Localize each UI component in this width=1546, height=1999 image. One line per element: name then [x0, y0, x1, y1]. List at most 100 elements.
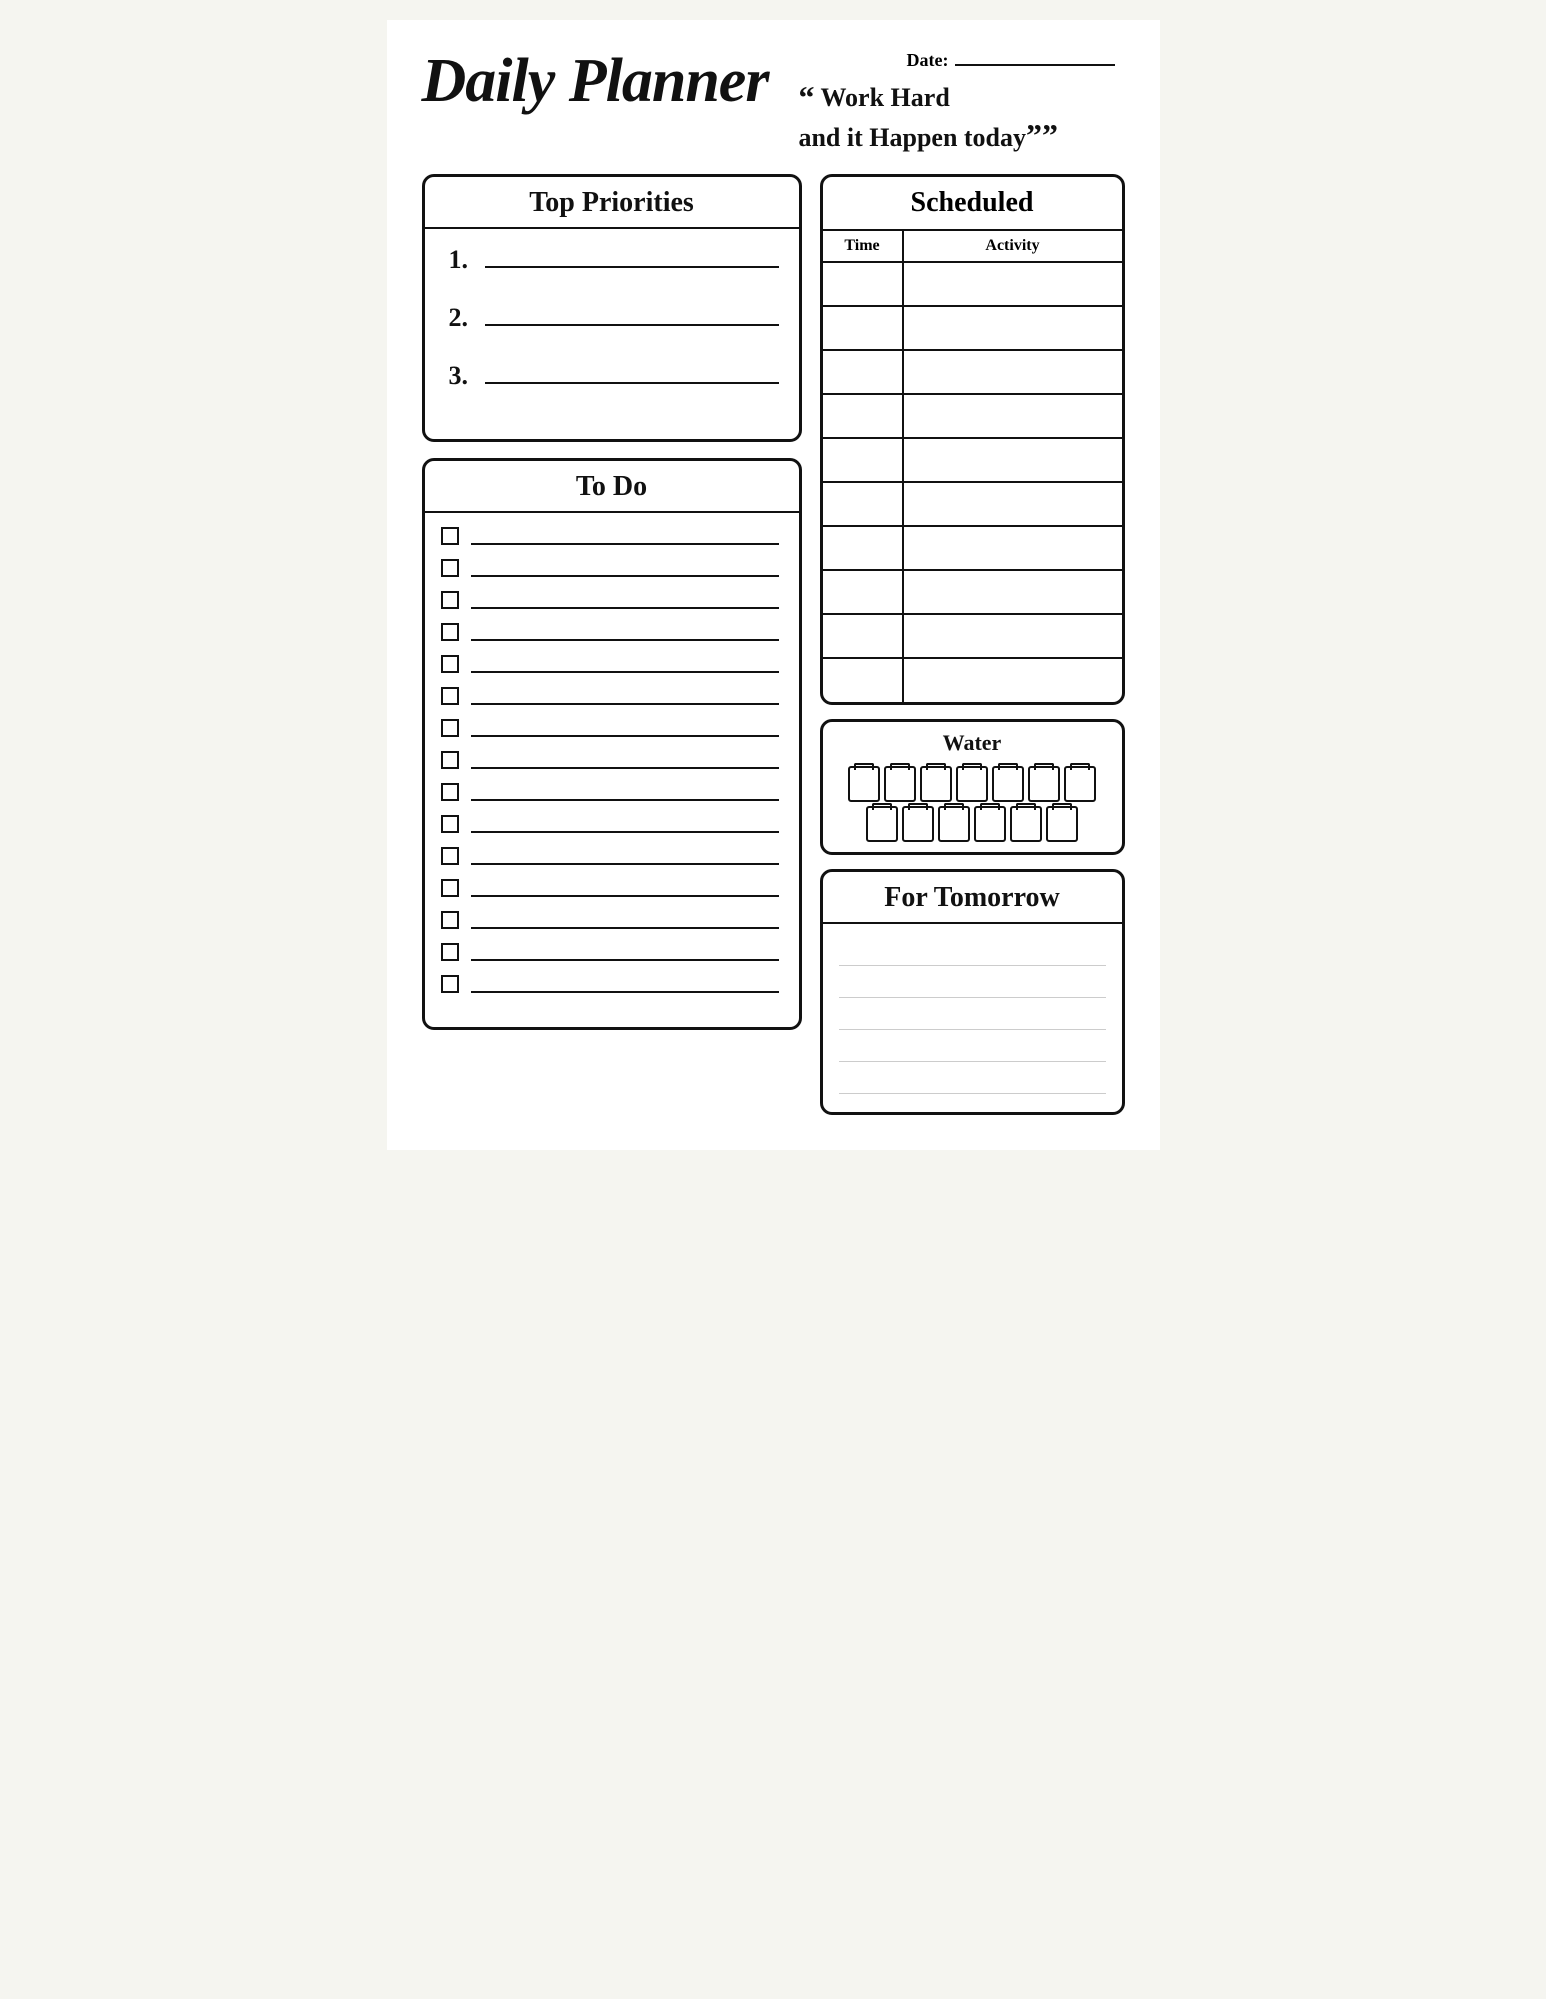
schedule-row: [823, 614, 1122, 658]
todo-checkbox[interactable]: [441, 975, 459, 993]
schedule-row: [823, 438, 1122, 482]
todo-line[interactable]: [471, 655, 779, 673]
todo-line[interactable]: [471, 847, 779, 865]
tomorrow-line[interactable]: [839, 970, 1106, 998]
right-column: Scheduled Time Activity: [820, 174, 1125, 1115]
todo-line[interactable]: [471, 559, 779, 577]
schedule-time-cell[interactable]: [823, 658, 903, 702]
water-cup-9[interactable]: [902, 806, 934, 842]
priority-line-2[interactable]: [485, 304, 779, 326]
schedule-time-cell[interactable]: [823, 614, 903, 658]
todo-line[interactable]: [471, 751, 779, 769]
todo-checkbox[interactable]: [441, 879, 459, 897]
todo-checkbox[interactable]: [441, 527, 459, 545]
priority-line-1[interactable]: [485, 246, 779, 268]
todo-item: [441, 591, 779, 609]
todo-item: [441, 943, 779, 961]
todo-line[interactable]: [471, 687, 779, 705]
todo-line[interactable]: [471, 975, 779, 993]
todo-item: [441, 911, 779, 929]
schedule-activity-cell[interactable]: [903, 658, 1122, 702]
scheduled-box: Scheduled Time Activity: [820, 174, 1125, 705]
todo-item: [441, 879, 779, 897]
schedule-time-cell[interactable]: [823, 350, 903, 394]
water-cup-12[interactable]: [1010, 806, 1042, 842]
water-box: Water: [820, 719, 1125, 855]
quote-text: “ Work Hard and it Happen today””: [798, 81, 1058, 156]
schedule-time-cell[interactable]: [823, 526, 903, 570]
water-cup-5[interactable]: [992, 766, 1024, 802]
schedule-activity-cell[interactable]: [903, 570, 1122, 614]
todo-box: To Do: [422, 458, 802, 1030]
water-cup-6[interactable]: [1028, 766, 1060, 802]
todo-line[interactable]: [471, 879, 779, 897]
todo-checkbox[interactable]: [441, 815, 459, 833]
schedule-activity-cell[interactable]: [903, 262, 1122, 306]
todo-checkbox[interactable]: [441, 943, 459, 961]
quote-area: “ Work Hard and it Happen today””: [788, 81, 1058, 156]
todo-line[interactable]: [471, 527, 779, 545]
tomorrow-line[interactable]: [839, 1066, 1106, 1094]
tomorrow-header: For Tomorrow: [823, 872, 1122, 924]
tomorrow-line[interactable]: [839, 938, 1106, 966]
left-column: Top Priorities 1. 2. 3.: [422, 174, 802, 1030]
todo-item: [441, 847, 779, 865]
water-cup-11[interactable]: [974, 806, 1006, 842]
water-cup-10[interactable]: [938, 806, 970, 842]
todo-checkbox[interactable]: [441, 655, 459, 673]
schedule-activity-cell[interactable]: [903, 350, 1122, 394]
todo-checkbox[interactable]: [441, 623, 459, 641]
schedule-time-cell[interactable]: [823, 438, 903, 482]
todo-checkbox[interactable]: [441, 591, 459, 609]
todo-checkbox[interactable]: [441, 559, 459, 577]
water-cup-7[interactable]: [1064, 766, 1096, 802]
time-column-header: Time: [823, 231, 903, 262]
schedule-activity-cell[interactable]: [903, 526, 1122, 570]
schedule-time-cell[interactable]: [823, 482, 903, 526]
schedule-activity-cell[interactable]: [903, 394, 1122, 438]
todo-checkbox[interactable]: [441, 687, 459, 705]
todo-item: [441, 559, 779, 577]
schedule-time-cell[interactable]: [823, 394, 903, 438]
todo-line[interactable]: [471, 911, 779, 929]
todo-line[interactable]: [471, 591, 779, 609]
water-cup-2[interactable]: [884, 766, 916, 802]
todo-content: [425, 513, 799, 1027]
todo-checkbox[interactable]: [441, 751, 459, 769]
todo-item: [441, 687, 779, 705]
water-cup-3[interactable]: [920, 766, 952, 802]
schedule-row: [823, 306, 1122, 350]
schedule-activity-cell[interactable]: [903, 482, 1122, 526]
schedule-row: [823, 394, 1122, 438]
todo-item: [441, 815, 779, 833]
date-line: Date:: [907, 50, 1115, 71]
water-cup-8[interactable]: [866, 806, 898, 842]
schedule-row: [823, 482, 1122, 526]
water-cup-1[interactable]: [848, 766, 880, 802]
todo-checkbox[interactable]: [441, 847, 459, 865]
quote-open: “: [798, 79, 814, 115]
tomorrow-line[interactable]: [839, 1002, 1106, 1030]
schedule-time-cell[interactable]: [823, 570, 903, 614]
water-cup-4[interactable]: [956, 766, 988, 802]
todo-checkbox[interactable]: [441, 783, 459, 801]
tomorrow-line[interactable]: [839, 1034, 1106, 1062]
schedule-activity-cell[interactable]: [903, 438, 1122, 482]
todo-checkbox[interactable]: [441, 911, 459, 929]
todo-line[interactable]: [471, 943, 779, 961]
todo-line[interactable]: [471, 783, 779, 801]
schedule-row: [823, 570, 1122, 614]
date-underline-field[interactable]: [955, 64, 1115, 66]
schedule-activity-cell[interactable]: [903, 614, 1122, 658]
quote-close: ””: [1026, 117, 1058, 153]
todo-line[interactable]: [471, 719, 779, 737]
schedule-time-cell[interactable]: [823, 306, 903, 350]
schedule-activity-cell[interactable]: [903, 306, 1122, 350]
water-cup-13[interactable]: [1046, 806, 1078, 842]
todo-line[interactable]: [471, 623, 779, 641]
todo-checkbox[interactable]: [441, 719, 459, 737]
header: Daily Planner Date: “ Work Hard and it H…: [422, 50, 1125, 156]
priority-line-3[interactable]: [485, 362, 779, 384]
schedule-time-cell[interactable]: [823, 262, 903, 306]
todo-line[interactable]: [471, 815, 779, 833]
